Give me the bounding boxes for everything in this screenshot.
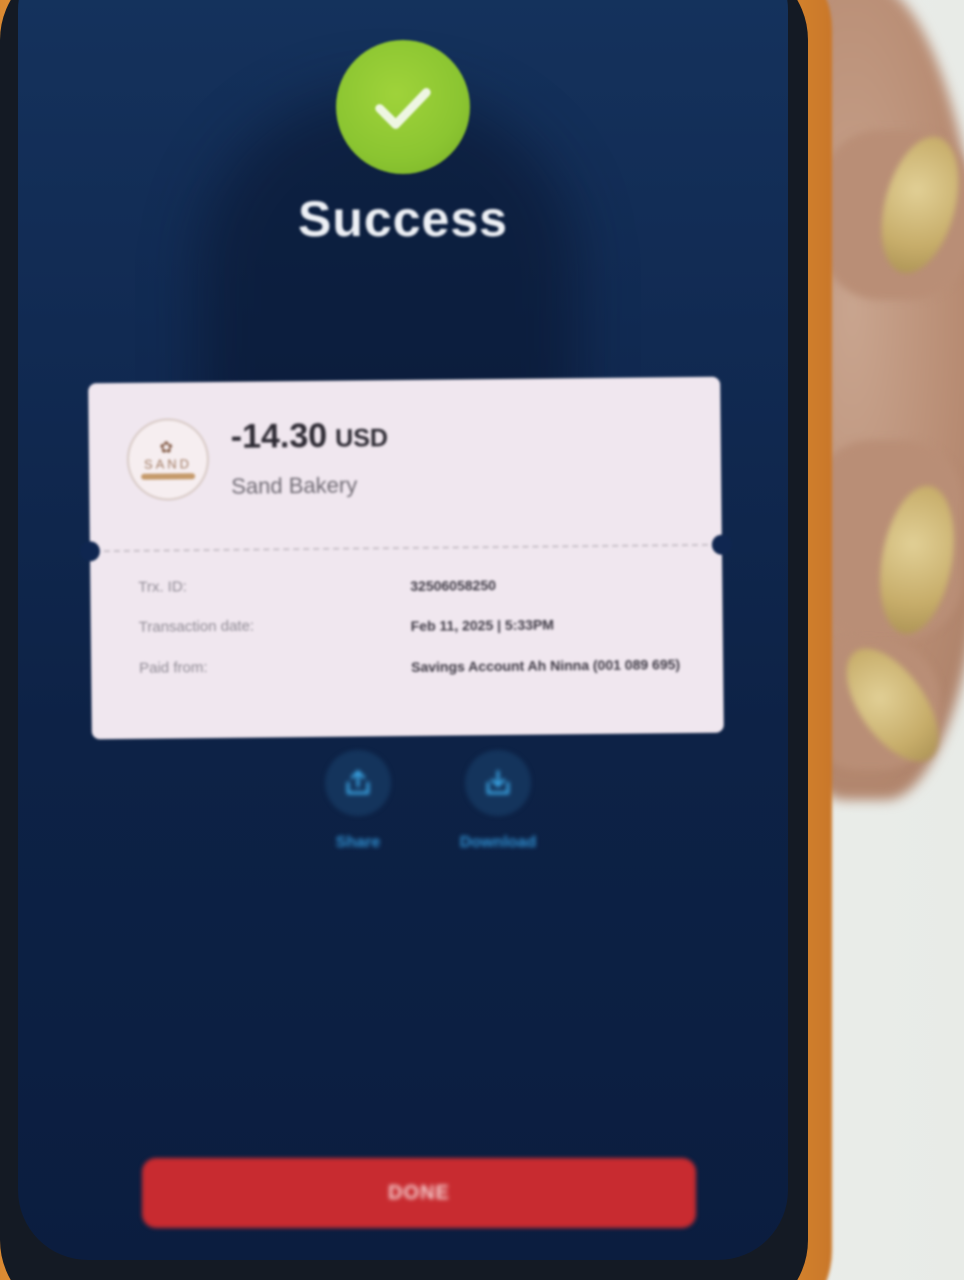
receipt-card: ✿ SAND -14.30 USD Sand Bakery Trx. ID: 32… <box>79 376 732 740</box>
share-label: Share <box>335 834 381 851</box>
amount-currency: USD <box>335 424 389 453</box>
detail-value: Feb 11, 2025 | 5:33PM <box>410 616 555 635</box>
done-button[interactable]: DONE <box>142 1158 696 1228</box>
merchant-logo-text: SAND <box>143 455 193 472</box>
download-button[interactable]: Download <box>438 750 558 852</box>
transaction-amount: -14.30 USD <box>231 416 389 457</box>
check-icon <box>375 88 431 129</box>
detail-value: Savings Account Ah Ninna (001 089 695) <box>411 655 681 675</box>
receipt-notch-left <box>79 541 101 562</box>
detail-label: Trx. ID: <box>138 578 187 596</box>
detail-label: Paid from: <box>139 658 208 677</box>
transaction-details: Trx. ID: 32506058250 Transaction date: F… <box>138 573 699 700</box>
receipt-notch-right <box>711 534 732 555</box>
receipt-divider <box>103 543 708 553</box>
merchant-name: Sand Bakery <box>231 472 358 499</box>
detail-label: Transaction date: <box>138 617 255 637</box>
detail-row-trx-id: Trx. ID: 32506058250 <box>138 573 698 599</box>
share-icon <box>325 750 391 816</box>
photo-scene: Success ✿ SAND -14.30 USD Sand Bakery Trx… <box>0 0 964 1280</box>
flower-icon: ✿ <box>159 438 177 457</box>
share-button[interactable]: Share <box>298 750 418 852</box>
phone-bezel: Success ✿ SAND -14.30 USD Sand Bakery Trx… <box>0 0 808 1280</box>
amount-value: -14.30 <box>230 416 328 456</box>
download-icon <box>465 750 531 816</box>
merchant-logo: ✿ SAND <box>126 418 210 501</box>
phone-screen: Success ✿ SAND -14.30 USD Sand Bakery Trx… <box>18 0 788 1260</box>
detail-row-paid-from: Paid from: Savings Account Ah Ninna (001… <box>139 654 699 680</box>
receipt-actions: Share Download <box>298 750 558 870</box>
download-label: Download <box>459 834 537 851</box>
success-check-icon <box>336 40 470 174</box>
detail-value: 32506058250 <box>410 577 497 594</box>
success-title: Success <box>298 191 508 247</box>
detail-row-transaction-date: Transaction date: Feb 11, 2025 | 5:33PM <box>139 613 699 639</box>
logo-band <box>141 472 196 480</box>
